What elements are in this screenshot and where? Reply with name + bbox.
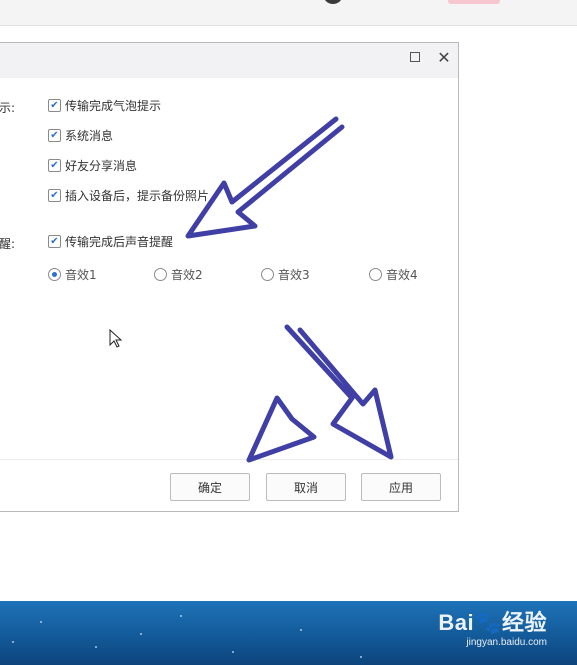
- checkbox-checked-icon[interactable]: ✔: [48, 99, 61, 112]
- checkbox-label: 传输完成气泡提示: [65, 99, 162, 113]
- checkbox-checked-icon[interactable]: ✔: [48, 235, 61, 248]
- checkbox-label: 好友分享消息: [65, 159, 138, 173]
- avatar[interactable]: [323, 0, 343, 4]
- close-button[interactable]: ✕: [434, 47, 454, 67]
- ok-button[interactable]: 确定: [170, 473, 250, 501]
- watermark-logo: Bai🐾经验: [438, 610, 547, 635]
- close-icon: ✕: [437, 47, 451, 67]
- radio-label: 音效2: [171, 268, 203, 282]
- radio-sound-2[interactable]: 音效2: [154, 266, 203, 283]
- radio-label: 音效4: [386, 268, 418, 282]
- radio-label: 音效3: [278, 268, 310, 282]
- radio-empty-icon[interactable]: [369, 268, 382, 281]
- radio-selected-icon[interactable]: [48, 268, 61, 281]
- radio-sound-4[interactable]: 音效4: [369, 266, 418, 283]
- maximize-button[interactable]: [405, 47, 425, 67]
- radio-empty-icon[interactable]: [154, 268, 167, 281]
- dialog-header: ✕: [0, 43, 458, 78]
- notify-section-label: 示:: [0, 101, 16, 115]
- checkbox-checked-icon[interactable]: ✔: [48, 159, 61, 172]
- baidu-jingyan-watermark: Bai🐾经验 jingyan.baidu.com: [438, 605, 547, 648]
- checkbox-label: 插入设备后，提示备份照片: [65, 189, 210, 203]
- checkbox-checked-icon[interactable]: ✔: [48, 129, 61, 142]
- settings-dialog: ✕ 示: ✔ 传输完成气泡提示 ✔ 系统消息 ✔ 好友分享消息 ✔ 插入设备后，…: [0, 42, 459, 512]
- checkbox-system-message[interactable]: ✔ 系统消息: [48, 127, 113, 144]
- maximize-icon: [410, 52, 420, 62]
- checkbox-label: 传输完成后声音提醒: [65, 235, 174, 249]
- desktop-background: Bai🐾经验 jingyan.baidu.com: [0, 601, 577, 665]
- top-badge: [448, 0, 500, 4]
- radio-empty-icon[interactable]: [261, 268, 274, 281]
- checkbox-friend-share[interactable]: ✔ 好友分享消息: [48, 157, 137, 174]
- watermark-url: jingyan.baidu.com: [466, 637, 547, 648]
- app-top-bar: [0, 0, 577, 26]
- radio-sound-3[interactable]: 音效3: [261, 266, 310, 283]
- cancel-button[interactable]: 取消: [266, 473, 346, 501]
- checkbox-transfer-bubble[interactable]: ✔ 传输完成气泡提示: [48, 97, 161, 114]
- checkbox-checked-icon[interactable]: ✔: [48, 189, 61, 202]
- sound-section-label: 醒:: [0, 237, 16, 251]
- checkbox-backup-photos[interactable]: ✔ 插入设备后，提示备份照片: [48, 187, 209, 204]
- apply-button[interactable]: 应用: [361, 473, 441, 501]
- checkbox-label: 系统消息: [65, 129, 114, 143]
- radio-label: 音效1: [65, 268, 97, 282]
- mouse-cursor-icon: [109, 329, 123, 348]
- radio-sound-1[interactable]: 音效1: [48, 266, 97, 283]
- checkbox-sound-alert[interactable]: ✔ 传输完成后声音提醒: [48, 233, 173, 250]
- footer-divider: [0, 459, 458, 460]
